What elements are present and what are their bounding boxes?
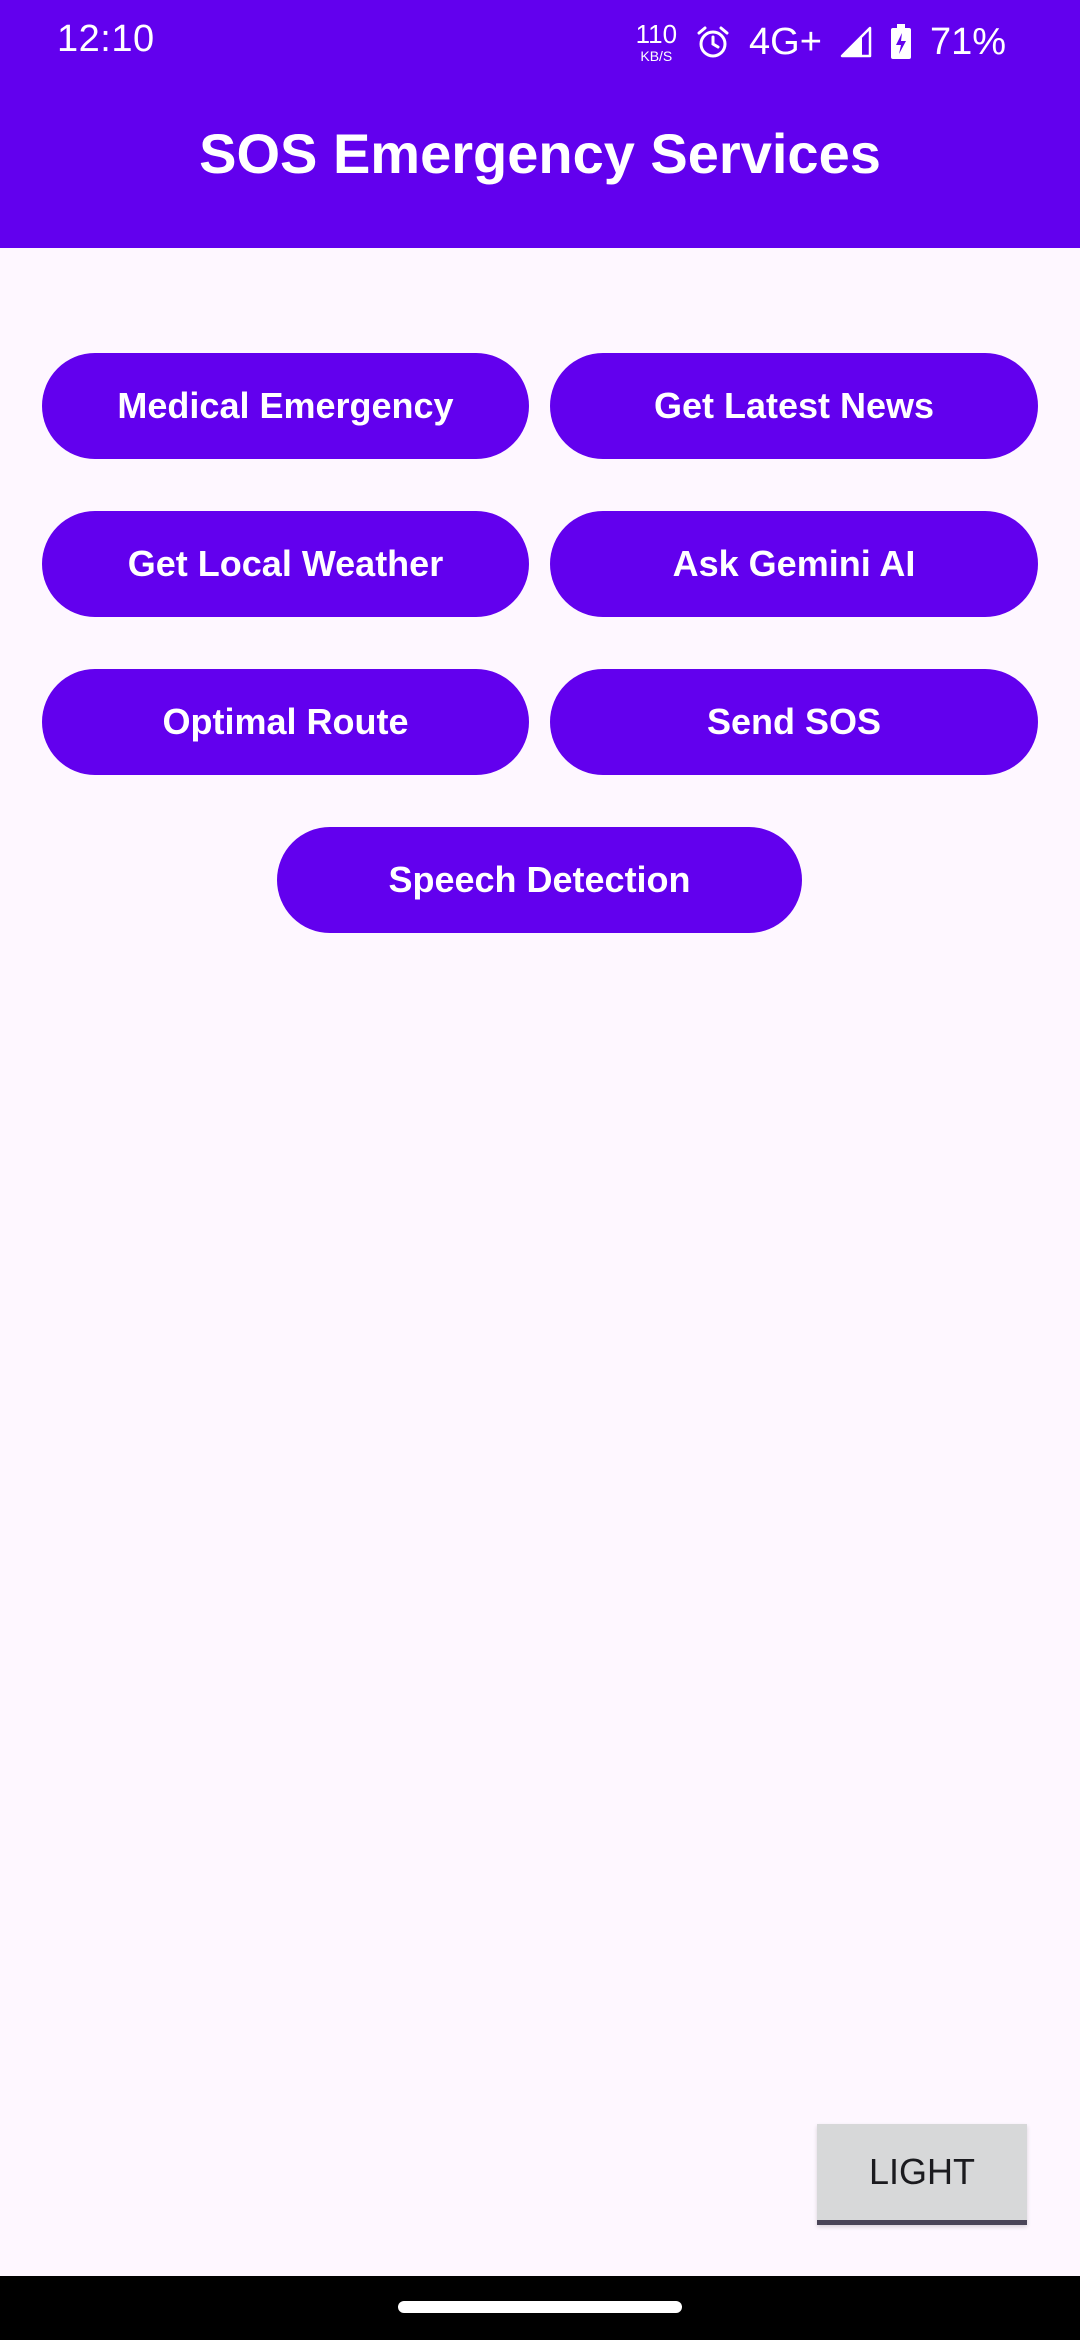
status-bar: 12:10 110 KB/S 4G+ 71%	[0, 0, 1080, 84]
network-speed: 110 KB/S	[636, 21, 677, 63]
theme-toggle-button[interactable]: LIGHT	[817, 2124, 1027, 2225]
alarm-icon	[695, 24, 731, 60]
home-gesture-handle[interactable]	[398, 2301, 682, 2313]
optimal-route-button[interactable]: Optimal Route	[42, 669, 529, 775]
status-time: 12:10	[57, 18, 155, 60]
send-sos-button[interactable]: Send SOS	[550, 669, 1038, 775]
page-title: SOS Emergency Services	[199, 122, 881, 185]
speech-detection-button[interactable]: Speech Detection	[277, 827, 802, 933]
local-weather-button[interactable]: Get Local Weather	[42, 511, 529, 617]
signal-icon	[840, 26, 872, 58]
network-speed-value: 110	[635, 19, 678, 49]
network-type: 4G+	[749, 20, 822, 63]
medical-emergency-button[interactable]: Medical Emergency	[42, 353, 529, 459]
status-icons: 110 KB/S 4G+ 71%	[636, 16, 1006, 68]
ask-gemini-button[interactable]: Ask Gemini AI	[550, 511, 1038, 617]
battery-percent: 71%	[929, 20, 1006, 63]
latest-news-button[interactable]: Get Latest News	[550, 353, 1038, 459]
network-speed-unit: KB/S	[640, 48, 673, 64]
battery-charging-icon	[890, 24, 912, 60]
